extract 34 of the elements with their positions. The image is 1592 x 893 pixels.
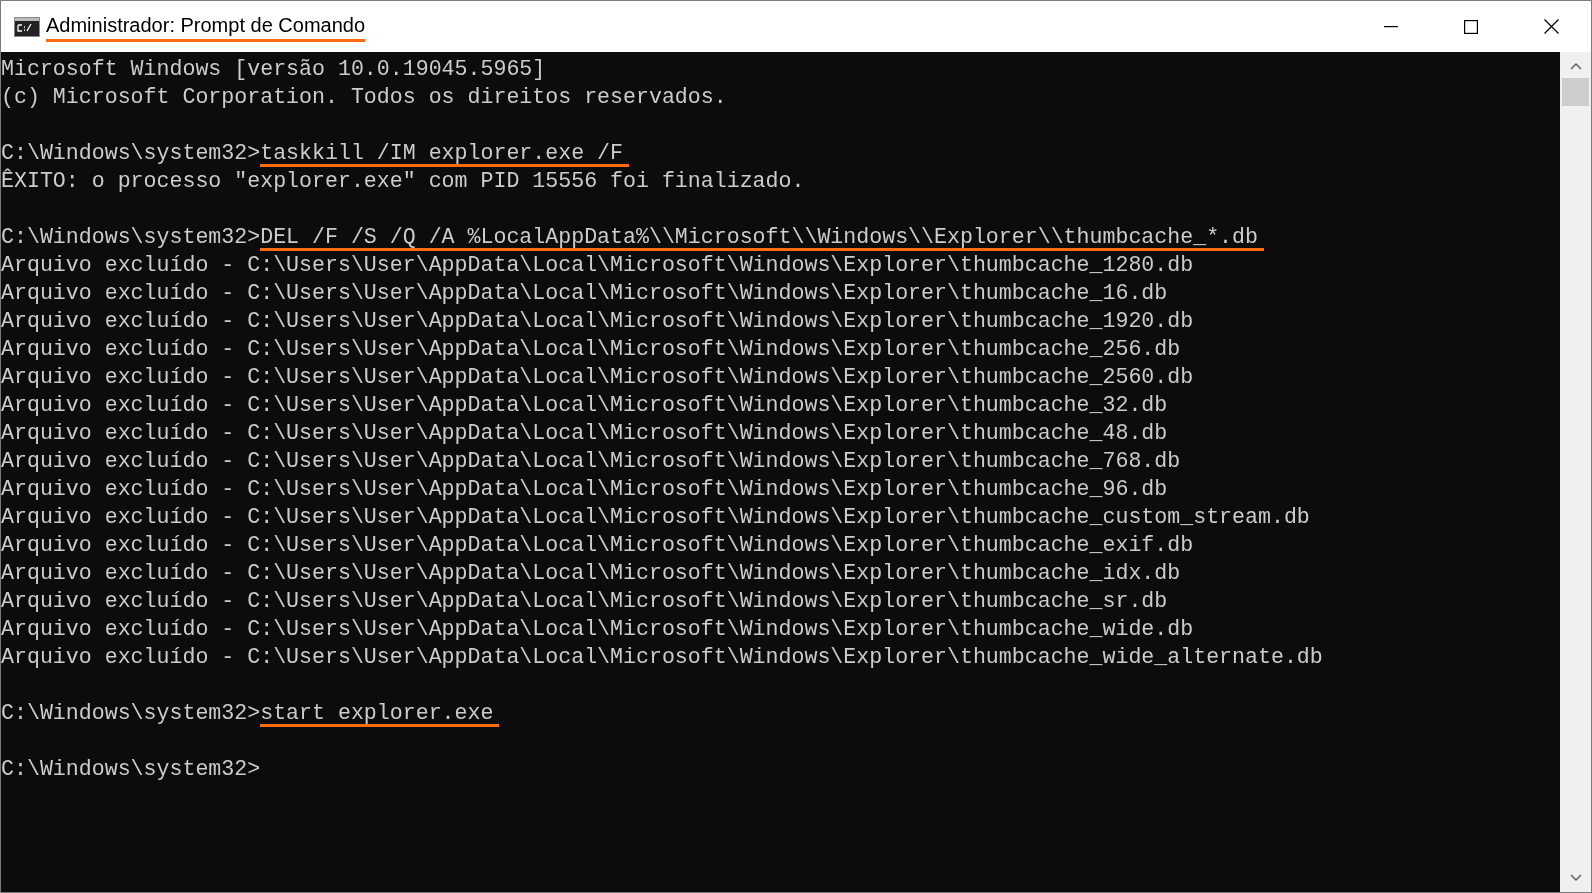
scrollbar[interactable] [1560, 52, 1591, 892]
console-output-line: Arquivo excluído - C:\Users\User\AppData\Local\Microsoft\Windows\Explorer\thumbcache_32.db [1, 392, 1168, 419]
command-prompt-icon [14, 16, 40, 37]
console-output-line: Arquivo excluído - C:\Users\User\AppData\Local\Microsoft\Windows\Explorer\thumbcache_wide.db [1, 616, 1194, 643]
command-prompt: C:\Windows\system32> [1, 224, 261, 251]
scrollbar-thumb[interactable] [1562, 78, 1589, 106]
console-output-line: (c) Microsoft Corporation. Todos os direitos reservados. [1, 84, 727, 111]
console-output-line: Arquivo excluído - C:\Users\User\AppData\Local\Microsoft\Windows\Explorer\thumbcache_768.db [1, 448, 1181, 475]
command-text: DEL /F /S /Q /A %LocalAppData%\\Microsoft\\Windows\\Explorer\\thumbcache_*.db [260, 223, 1264, 251]
command-prompt: C:\Windows\system32> [1, 140, 261, 167]
maximize-icon [1464, 19, 1478, 34]
console-output-line: Arquivo excluído - C:\Users\User\AppData\Local\Microsoft\Windows\Explorer\thumbcache_custom_stream.db [1, 504, 1310, 531]
scroll-down-icon[interactable] [1569, 874, 1582, 882]
console-output-line: Arquivo excluído - C:\Users\User\AppData\Local\Microsoft\Windows\Explorer\thumbcache_1280.db [1, 252, 1194, 279]
console-output-line: Microsoft Windows [versão 10.0.19045.5965] [1, 56, 546, 83]
window-title: Administrador: Prompt de Comando [46, 11, 366, 42]
command-prompt: C:\Windows\system32> [1, 700, 261, 727]
command-text: taskkill /IM explorer.exe /F [260, 139, 629, 167]
console-output-line: Arquivo excluído - C:\Users\User\AppData\Local\Microsoft\Windows\Explorer\thumbcache_1920.db [1, 308, 1194, 335]
console-output-line: Arquivo excluído - C:\Users\User\AppData\Local\Microsoft\Windows\Explorer\thumbcache_16.db [1, 280, 1168, 307]
console-output-line: ÊXITO: o processo "explorer.exe" com PID 15556 foi finalizado. [1, 167, 805, 195]
console-output-line: Arquivo excluído - C:\Users\User\AppData\Local\Microsoft\Windows\Explorer\thumbcache_256.db [1, 336, 1181, 363]
console-output-line: Arquivo excluído - C:\Users\User\AppData\Local\Microsoft\Windows\Explorer\thumbcache_wide_alternate.db [1, 644, 1323, 671]
command-prompt: C:\Windows\system32> [1, 756, 261, 783]
scroll-up-icon[interactable] [1569, 62, 1582, 70]
console-output-line: Arquivo excluído - C:\Users\User\AppData\Local\Microsoft\Windows\Explorer\thumbcache_exif.db [1, 532, 1194, 559]
console-output-line: Arquivo excluído - C:\Users\User\AppData\Local\Microsoft\Windows\Explorer\thumbcache_2560.db [1, 364, 1194, 391]
console-output-line: Arquivo excluído - C:\Users\User\AppData\Local\Microsoft\Windows\Explorer\thumbcache_48.db [1, 420, 1168, 447]
minimize-icon [1384, 25, 1398, 28]
console-output-line: Arquivo excluído - C:\Users\User\AppData\Local\Microsoft\Windows\Explorer\thumbcache_sr.db [1, 588, 1168, 615]
console-output-line: Arquivo excluído - C:\Users\User\AppData\Local\Microsoft\Windows\Explorer\thumbcache_96.db [1, 476, 1168, 503]
close-icon [1543, 19, 1559, 34]
console-output-line: Arquivo excluído - C:\Users\User\AppData\Local\Microsoft\Windows\Explorer\thumbcache_idx.db [1, 560, 1181, 587]
command-text: start explorer.exe [260, 699, 500, 727]
